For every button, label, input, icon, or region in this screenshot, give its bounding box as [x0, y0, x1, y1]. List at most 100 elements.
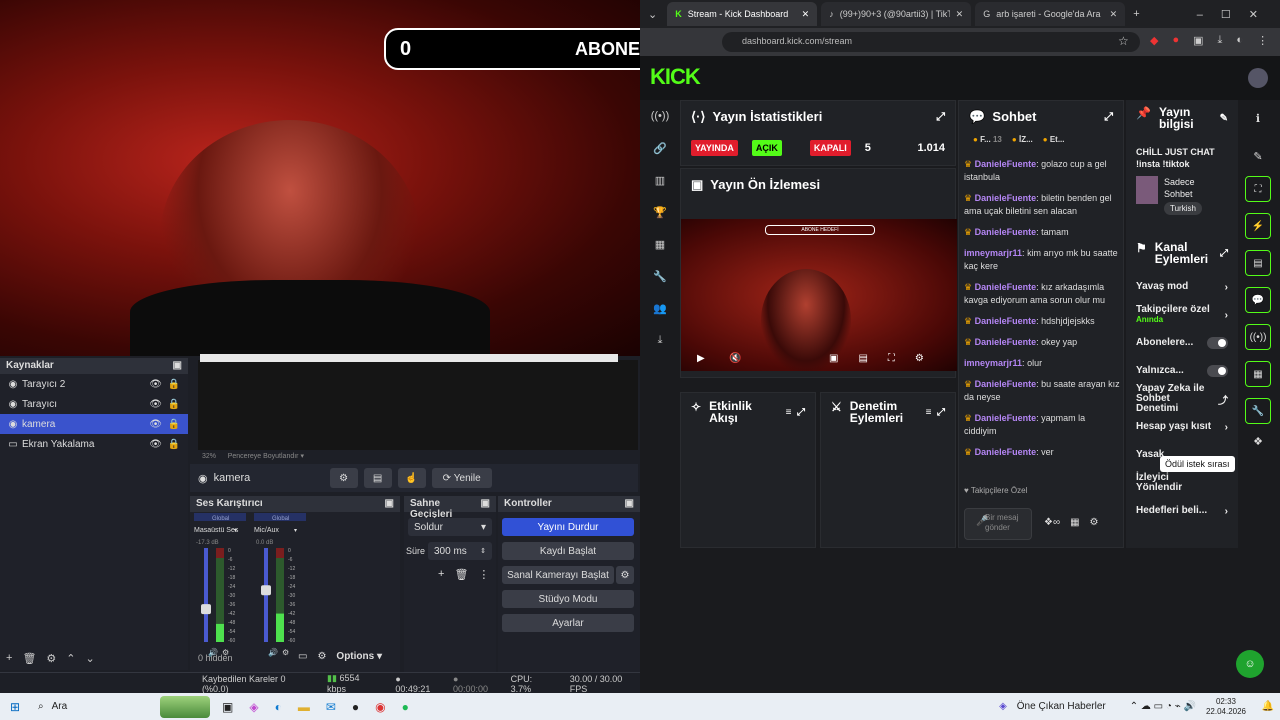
chat-username[interactable]: DanieleFuente [975, 159, 1037, 169]
close-tab-icon[interactable]: ✕ [1110, 9, 1118, 20]
add-source-icon[interactable]: + [6, 652, 12, 665]
obs-preview[interactable] [198, 360, 638, 450]
fullscreen-icon[interactable]: ⛶ [888, 353, 895, 364]
toggle-switch[interactable] [1207, 365, 1228, 377]
filters-icon[interactable]: ▤ [363, 468, 392, 488]
pip-icon[interactable]: ▣ [829, 353, 838, 364]
volume-slider-handle[interactable] [201, 604, 211, 615]
stream-nav-icon[interactable]: ((•)) [646, 100, 674, 132]
bookmark-star-icon[interactable]: ☆ [1118, 34, 1129, 48]
extension-icon[interactable]: ◆ [1150, 34, 1158, 47]
pencil-icon[interactable]: ✎ [1240, 136, 1276, 176]
source-settings-icon[interactable]: ⚙ [46, 652, 56, 665]
users-icon[interactable]: 👥 [646, 292, 674, 324]
filter-icon[interactable]: ≡ [786, 407, 792, 418]
edge-icon[interactable]: ◐ [275, 700, 282, 714]
channel-action[interactable]: Abonelere... [1126, 329, 1238, 357]
store-icon[interactable]: ▦ [1245, 361, 1271, 387]
move-down-icon[interactable]: ⌄ [86, 652, 95, 665]
visibility-icon[interactable]: 👁 [149, 419, 162, 430]
expand-icon[interactable]: ⤢ [936, 111, 945, 124]
virtual-cam-settings-icon[interactable]: ⚙ [616, 566, 634, 584]
volume-slider-handle[interactable] [261, 585, 271, 596]
obs-icon[interactable]: ● [352, 700, 359, 714]
tray-icons[interactable]: ⌃ ☁ ▭ ◔ ⌁ 🔊 [1130, 701, 1196, 712]
info-icon[interactable]: ℹ [1240, 100, 1276, 136]
pinned-item[interactable]: ● Et... [1043, 135, 1065, 144]
tab-list-icon[interactable]: ⌄ [648, 8, 657, 21]
zoom-level[interactable]: 32% [202, 453, 216, 460]
list-icon[interactable]: ▤ [1245, 250, 1271, 276]
studio-mode-button[interactable]: Stüdyo Modu [502, 590, 634, 608]
mail-icon[interactable]: ✉ [326, 700, 336, 714]
chrome-icon[interactable]: ◉ [375, 700, 385, 714]
widgets-icon[interactable] [160, 695, 210, 718]
transition-menu-icon[interactable]: ⋮ [478, 568, 489, 581]
source-item[interactable]: ◉ kamera 👁 🔒 [0, 414, 188, 434]
chat-username[interactable]: DanieleFuente [975, 447, 1037, 457]
chat-username[interactable]: imneymarjr11 [964, 358, 1022, 368]
link-icon[interactable]: 🔗 [646, 132, 674, 164]
windows-start-icon[interactable]: ⊞ [0, 700, 30, 714]
delete-transition-icon[interactable]: 🗑 [454, 568, 468, 581]
channel-name[interactable]: Masaüstü Ses [194, 527, 239, 534]
refresh-button[interactable]: ⟳ Yenile [431, 468, 492, 488]
start-virtual-cam-button[interactable]: Sanal Kamerayı Başlat [502, 566, 614, 584]
expand-icon[interactable]: ⤢ [1220, 248, 1228, 259]
chat-username[interactable]: DanieleFuente [975, 379, 1037, 389]
lock-icon[interactable]: 🔒 [168, 419, 180, 430]
chat-icon[interactable]: 💬 [1245, 287, 1271, 313]
tab-tiktok[interactable]: ♪ (99+)90+3 (@90artii3) | TikTok ✕ [821, 2, 972, 26]
menu-icon[interactable]: ⋮ [1257, 34, 1268, 47]
delete-source-icon[interactable]: 🗑 [22, 652, 36, 665]
channel-action[interactable]: Yavaş mod › [1126, 273, 1238, 301]
source-item[interactable]: ◉ Tarayıcı 👁 🔒 [0, 394, 188, 414]
edit-icon[interactable]: ✎ [1220, 113, 1228, 124]
task-view-icon[interactable]: ▣ [222, 700, 233, 714]
interact-icon[interactable]: ☝ [397, 468, 426, 488]
advanced-audio-icon[interactable]: ⚙ [317, 651, 326, 662]
rewards-icon[interactable]: ❖ [1240, 435, 1276, 448]
explorer-icon[interactable]: ▬ [298, 700, 310, 714]
news-label[interactable]: Öne Çıkan Haberler [1017, 701, 1106, 712]
channel-action[interactable]: Takipçilere özel Anında › [1126, 301, 1238, 329]
lock-icon[interactable]: 🔒 [168, 399, 180, 410]
visibility-icon[interactable]: 👁 [149, 439, 162, 450]
chat-username[interactable]: DanieleFuente [975, 282, 1037, 292]
reward-icon[interactable]: ❖∞ [1044, 517, 1060, 528]
channel-action[interactable]: Hesap yaşı kısıt › [1126, 413, 1238, 441]
copilot-icon[interactable]: ◈ [249, 700, 258, 714]
puzzle-icon[interactable]: ▣ [1193, 34, 1203, 47]
stop-stream-button[interactable]: Yayını Durdur [502, 518, 634, 536]
clip-icon[interactable]: ⛶ [1245, 176, 1271, 202]
theater-icon[interactable]: ▤ [858, 353, 867, 364]
chat-username[interactable]: DanieleFuente [975, 316, 1037, 326]
channel-name[interactable]: Mic/Aux [254, 527, 279, 534]
layout-icon[interactable]: ▭ [298, 651, 307, 662]
news-icon[interactable]: ◈ [999, 701, 1007, 712]
channel-settings-icon[interactable]: ⚙ [282, 648, 289, 657]
lock-icon[interactable]: 🔒 [168, 439, 180, 450]
tab-google[interactable]: Garb işareti - Google'da Ara ✕ [975, 2, 1126, 26]
preview-video[interactable]: ABONE HEDEFİ ▶ 🔇 ▣ ▤ ⛶ ⚙ [681, 219, 957, 371]
source-item[interactable]: ▭ Ekran Yakalama 👁 🔒 [0, 434, 188, 454]
channel-action[interactable]: Yalnızca... [1126, 357, 1238, 385]
video-icon[interactable]: ▦ [646, 228, 674, 260]
avatar[interactable] [1248, 68, 1268, 88]
start-recording-button[interactable]: Kaydı Başlat [502, 542, 634, 560]
downloads-icon[interactable]: ⤓ [1218, 34, 1223, 47]
channel-action[interactable]: Yapay Zeka ile Sohbet Denetimi ⤴ [1126, 384, 1238, 414]
pinned-item[interactable]: ● İZ... [1012, 135, 1033, 144]
transition-select[interactable]: Soldur ▾ [408, 518, 492, 536]
speaker-icon[interactable]: 🔊 [268, 647, 278, 657]
close-tab-icon[interactable]: ✕ [956, 9, 964, 20]
support-chat-icon[interactable]: ☺ [1236, 650, 1264, 678]
extension-icon[interactable]: ● [1172, 34, 1179, 47]
clock[interactable]: 02:33 22.04.2026 [1206, 697, 1246, 717]
chat-username[interactable]: DanieleFuente [975, 413, 1037, 423]
lightning-icon[interactable]: ⚡ [1245, 213, 1271, 239]
chat-username[interactable]: DanieleFuente [975, 337, 1037, 347]
chat-username[interactable]: DanieleFuente [975, 193, 1037, 203]
wrench-icon[interactable]: 🔧 [646, 260, 674, 292]
channel-action[interactable]: İzleyici Yönlendir [1126, 469, 1238, 497]
